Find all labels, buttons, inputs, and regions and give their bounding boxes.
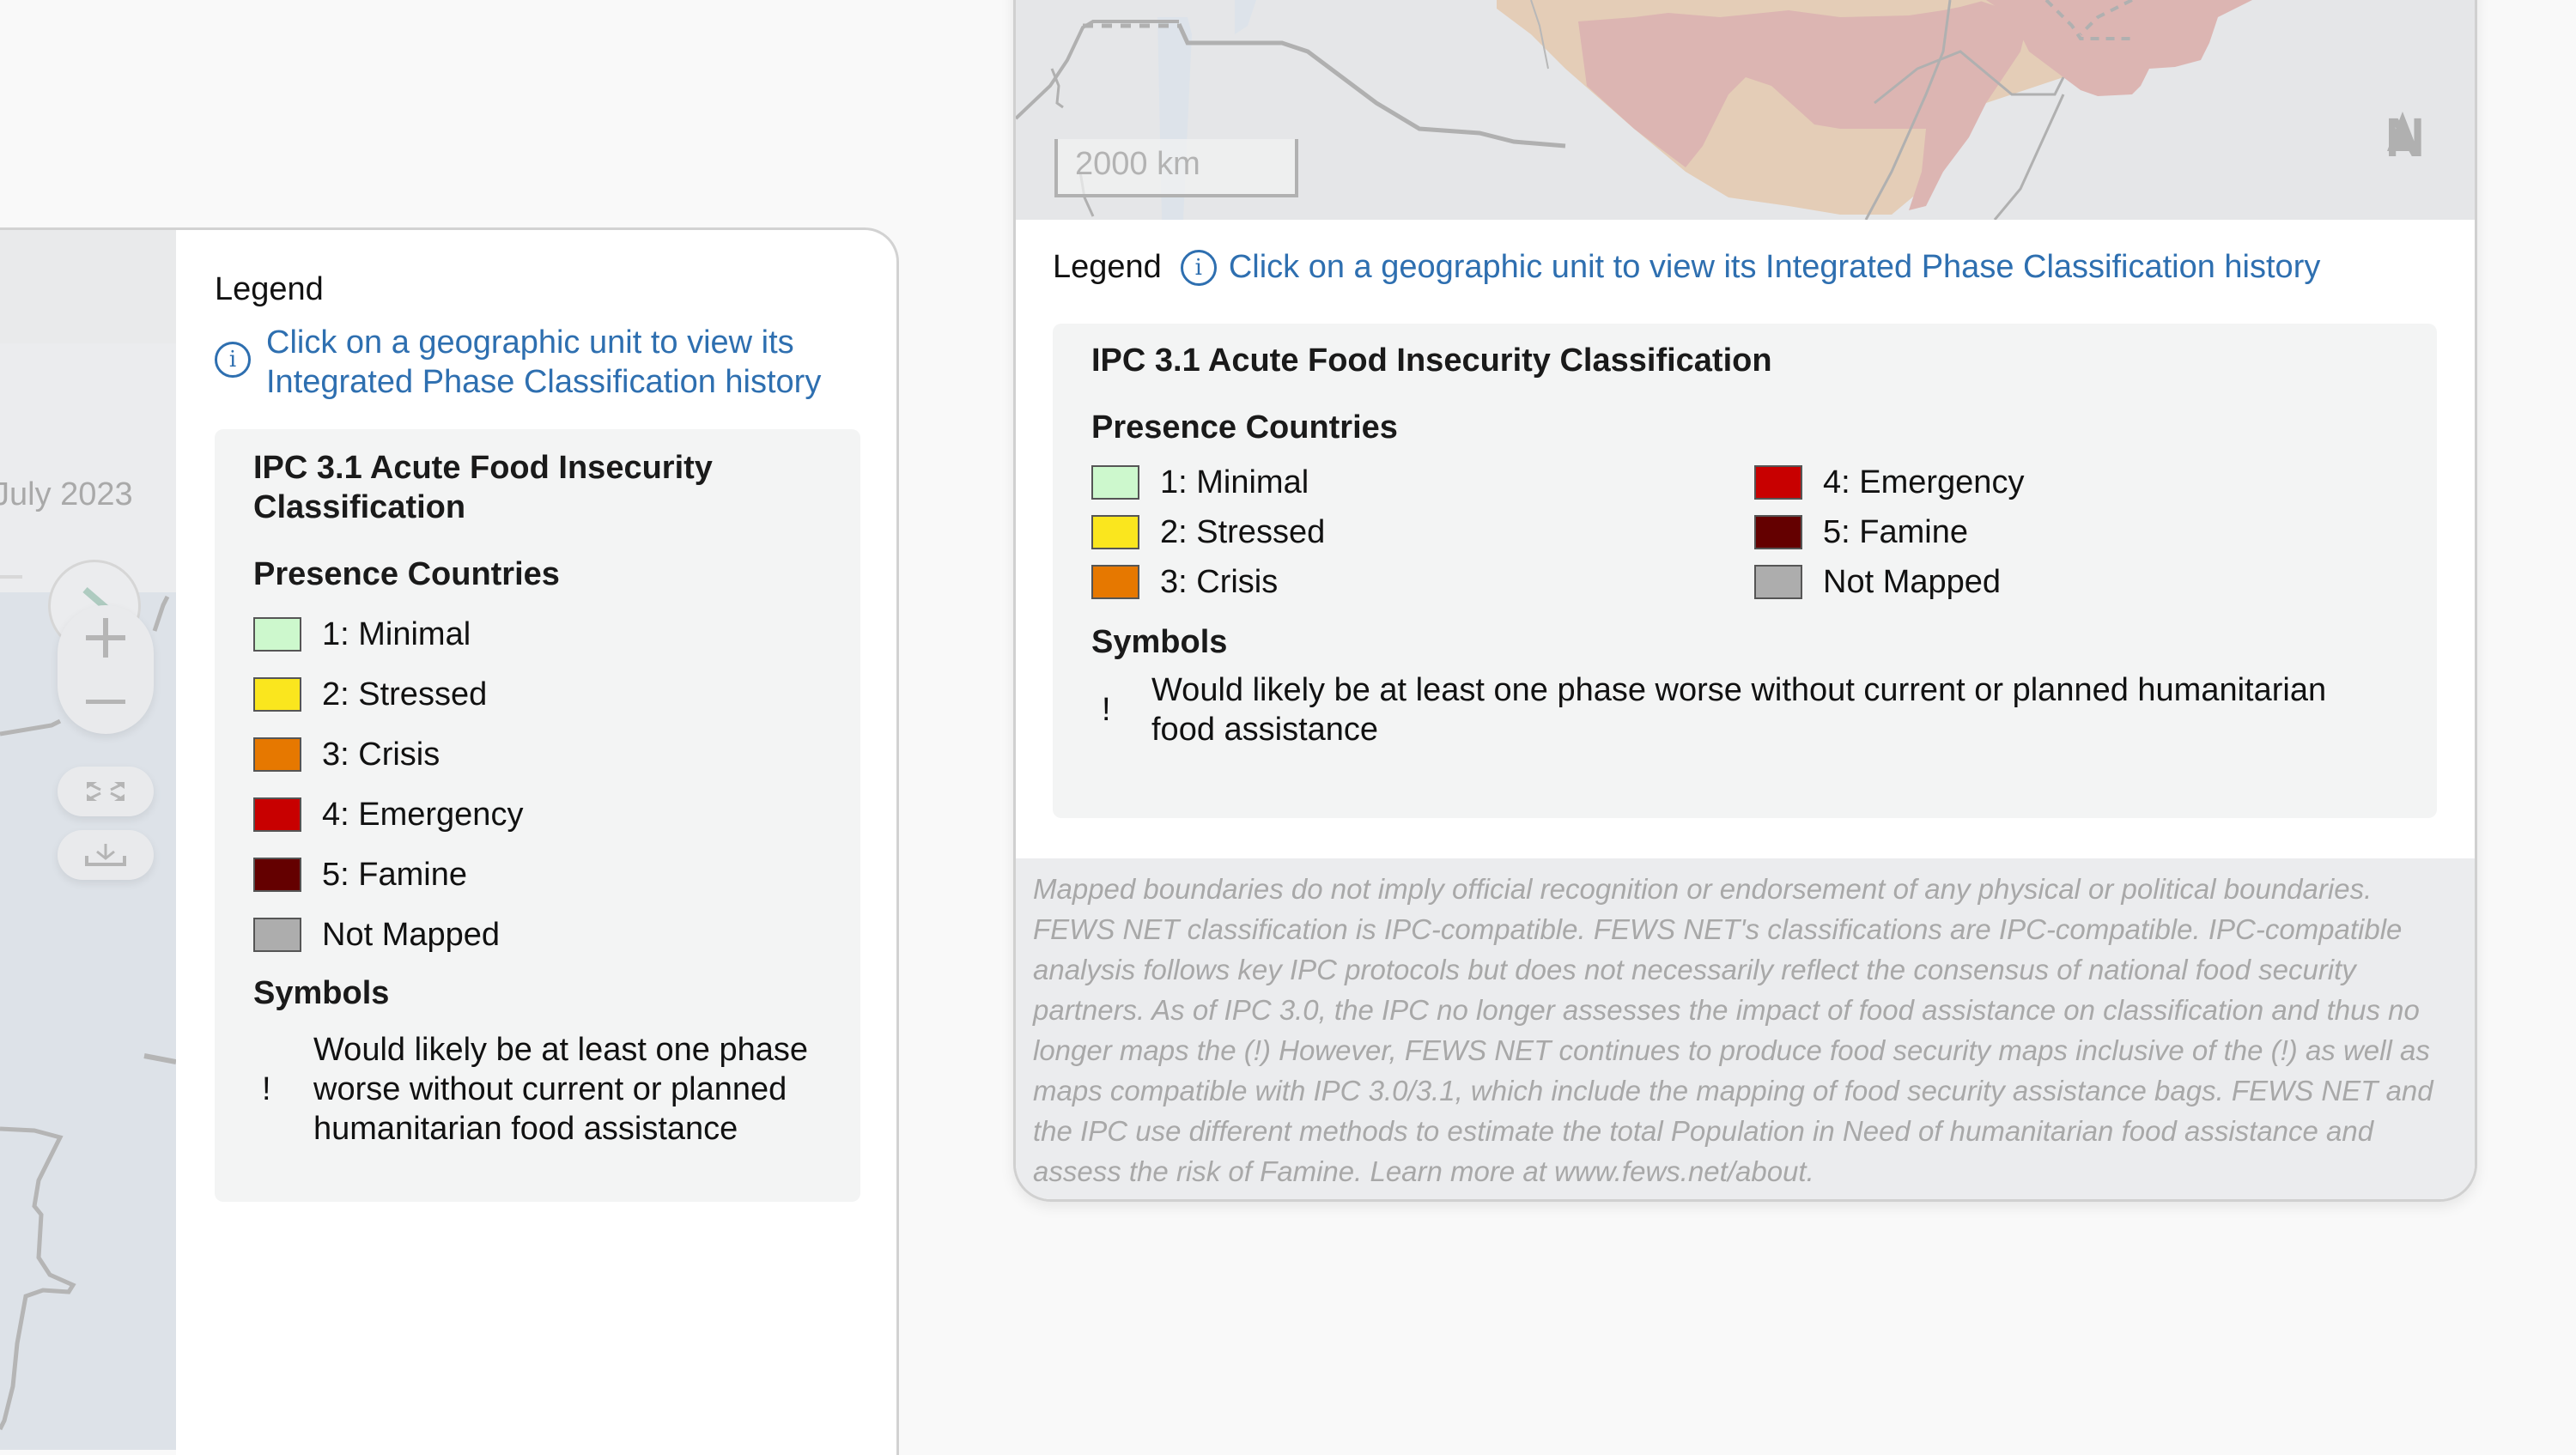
legend-item-label: Not Mapped xyxy=(1823,563,2002,600)
legend-item-label: 2: Stressed xyxy=(322,676,488,712)
symbol-item: ! Would likely be at least one phase wor… xyxy=(253,1030,822,1149)
legend-item-label: 3: Crisis xyxy=(322,736,440,773)
info-icon: i xyxy=(1180,249,1217,286)
phase-5-swatch xyxy=(253,858,301,892)
minus-icon xyxy=(86,699,125,704)
presence-countries-heading: Presence Countries xyxy=(1091,409,1398,446)
legend-item: 2: Stressed xyxy=(253,664,822,724)
legend-item-label: 2: Stressed xyxy=(1160,513,1326,550)
legend-item-label: 5: Famine xyxy=(322,856,467,893)
zoom-control-group xyxy=(58,605,154,734)
scale-bar: 2000 km xyxy=(1054,139,1298,197)
legend-history-hint-link[interactable]: i Click on a geographic unit to view its… xyxy=(1180,249,2321,286)
symbols-heading: Symbols xyxy=(1091,624,1228,660)
legend-item: 5: Famine xyxy=(1754,507,2398,557)
phase-list: 1: Minimal 4: Emergency 2: Stressed 5: F… xyxy=(1091,458,2398,607)
left-map-view[interactable]: July 2023 xyxy=(0,227,176,1450)
phase-2-swatch xyxy=(1091,515,1139,549)
legend-panel: Legend i Click on a geographic unit to v… xyxy=(0,227,899,1455)
ipc-legend-box: IPC 3.1 Acute Food Insecurity Classifica… xyxy=(215,429,860,1202)
legend-item: 3: Crisis xyxy=(1091,557,1754,607)
legend-item: Not Mapped xyxy=(253,905,822,965)
fullscreen-button[interactable] xyxy=(58,767,154,816)
ipc-legend-box: IPC 3.1 Acute Food Insecurity Classifica… xyxy=(1053,324,2437,818)
phase-list: 1: Minimal 2: Stressed 3: Crisis 4: Emer… xyxy=(253,604,822,965)
download-button[interactable] xyxy=(58,830,154,880)
ipc-classification-title: IPC 3.1 Acute Food Insecurity Classifica… xyxy=(1091,343,1772,379)
north-arrow-icon xyxy=(2386,112,2418,151)
legend-item-label: Not Mapped xyxy=(322,916,501,953)
legend-hint-text: Click on a geographic unit to view its I… xyxy=(1228,249,2321,285)
legend-item-label: 4: Emergency xyxy=(322,796,524,833)
map-view[interactable]: 2000 km N xyxy=(1016,0,2475,220)
phase-2-swatch xyxy=(253,677,301,712)
phase-1-swatch xyxy=(1091,465,1139,500)
legend-title: Legend xyxy=(215,271,324,307)
info-icon: i xyxy=(215,342,251,378)
presence-countries-heading: Presence Countries xyxy=(253,556,560,592)
scale-label: 2000 km xyxy=(1075,146,1200,182)
symbol-item: ! Would likely be at least one phase wor… xyxy=(1091,670,2398,749)
exclamation-icon: ! xyxy=(262,1070,271,1107)
legend-title: Legend xyxy=(1053,249,1162,285)
symbol-description: Would likely be at least one phase worse… xyxy=(313,1032,808,1147)
plus-icon xyxy=(86,617,125,658)
legend-item: 1: Minimal xyxy=(253,604,822,664)
legend-history-hint-link[interactable]: i Click on a geographic unit to view its… xyxy=(215,323,850,402)
not-mapped-swatch xyxy=(1754,565,1802,599)
legend-item: 4: Emergency xyxy=(253,785,822,845)
download-icon xyxy=(85,844,126,866)
phase-1-swatch xyxy=(253,617,301,652)
phase-3-swatch xyxy=(253,737,301,772)
zoom-in-button[interactable] xyxy=(58,614,154,662)
legend-hint-text: Click on a geographic unit to view its I… xyxy=(266,324,822,400)
zoom-out-button[interactable] xyxy=(58,678,154,726)
north-arrow: N xyxy=(2385,110,2425,165)
ipc-classification-title: IPC 3.1 Acute Food Insecurity Classifica… xyxy=(253,450,713,525)
phase-5-swatch xyxy=(1754,515,1802,549)
map-disclaimer: Mapped boundaries do not imply official … xyxy=(1016,858,2475,1199)
legend-item-label: 1: Minimal xyxy=(1160,464,1309,500)
legend-item-label: 3: Crisis xyxy=(1160,563,1279,600)
map-legend-card: 2000 km N Legend i Click on a geographic… xyxy=(1013,0,2477,1202)
legend-item: 1: Minimal xyxy=(1091,458,1754,507)
legend-item: 5: Famine xyxy=(253,845,822,905)
legend-item: Not Mapped xyxy=(1754,557,2398,607)
legend-header: Legend i Click on a geographic unit to v… xyxy=(1053,249,2320,286)
expand-icon xyxy=(87,782,125,801)
legend-item: 4: Emergency xyxy=(1754,458,2398,507)
phase-4-swatch xyxy=(253,797,301,832)
legend-item-label: 5: Famine xyxy=(1823,513,1968,550)
symbols-heading: Symbols xyxy=(253,975,390,1011)
symbol-description: Would likely be at least one phase worse… xyxy=(1151,672,2327,748)
phase-3-swatch xyxy=(1091,565,1139,599)
phase-4-swatch xyxy=(1754,465,1802,500)
not-mapped-swatch xyxy=(253,918,301,952)
legend-item-label: 4: Emergency xyxy=(1823,464,2025,500)
legend-item: 3: Crisis xyxy=(253,724,822,785)
legend-item-label: 1: Minimal xyxy=(322,615,471,652)
exclamation-icon: ! xyxy=(1102,691,1111,728)
legend-item: 2: Stressed xyxy=(1091,507,1754,557)
